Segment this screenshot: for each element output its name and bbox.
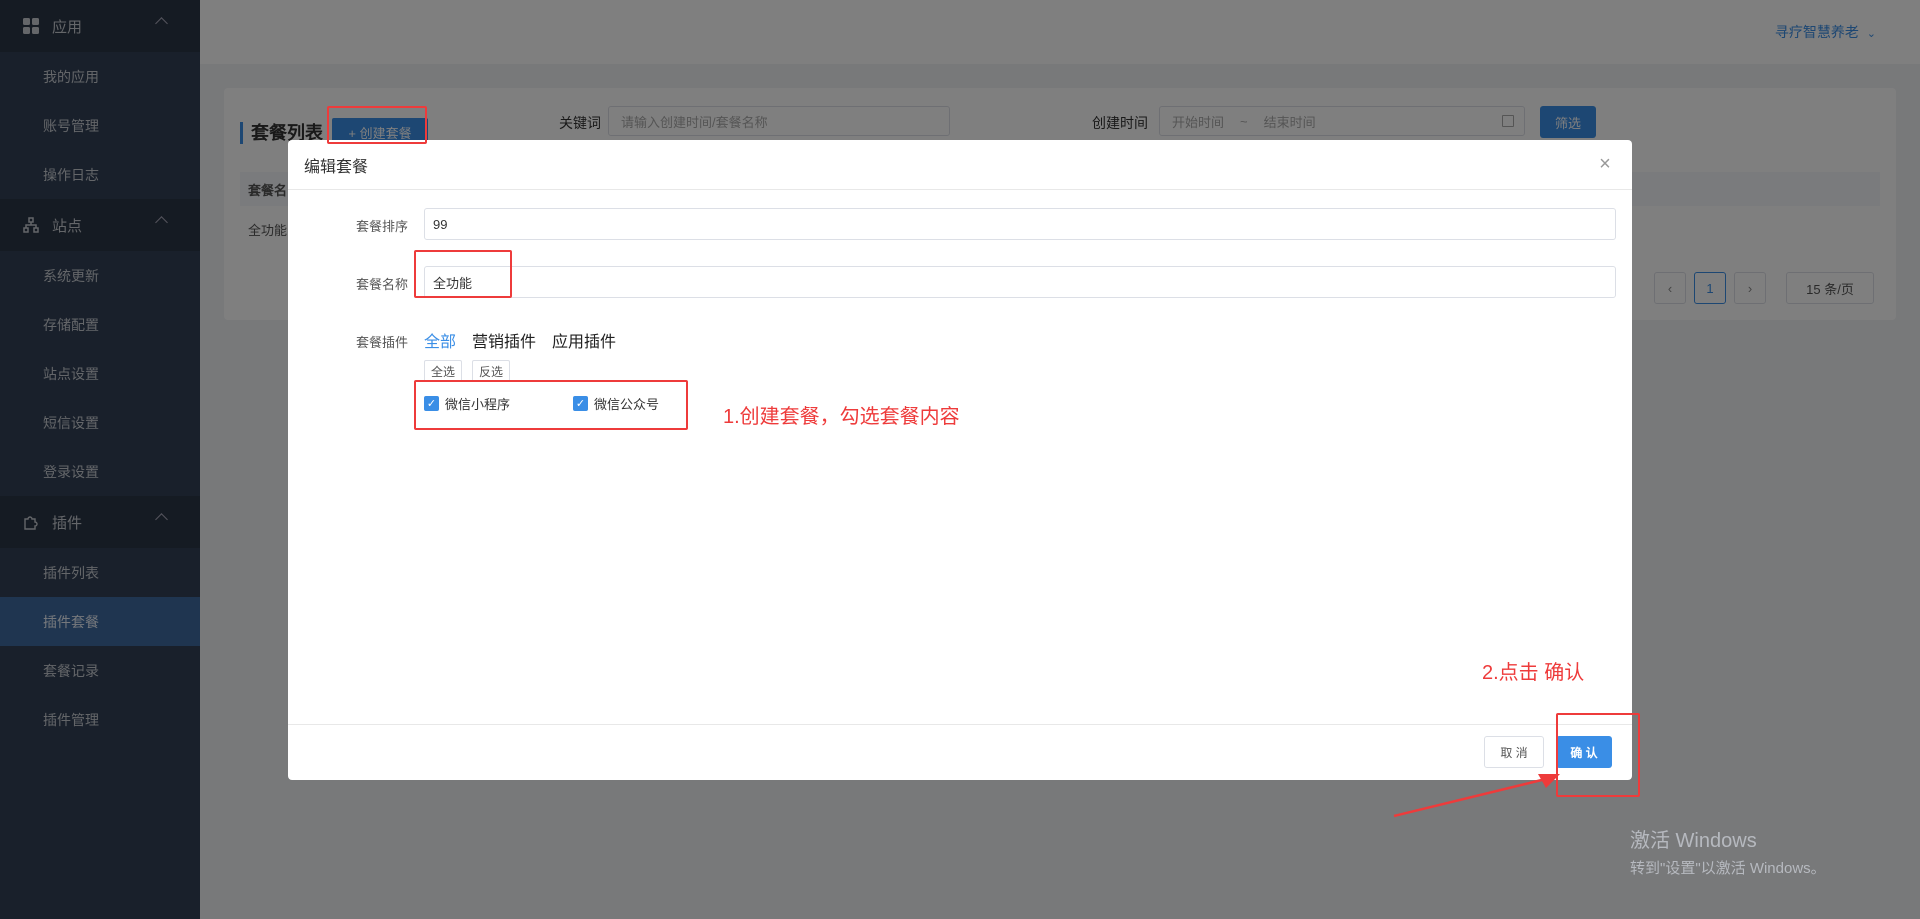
windows-activation-watermark: 激活 Windows 转到"设置"以激活 Windows。 bbox=[1630, 824, 1826, 878]
dialog-title: 编辑套餐 bbox=[304, 158, 369, 176]
name-input[interactable]: 全功能 bbox=[424, 266, 1616, 298]
tab-all[interactable]: 全部 bbox=[424, 328, 456, 352]
cancel-button[interactable]: 取 消 bbox=[1484, 736, 1544, 768]
annotation-step1: 1.创建套餐，勾选套餐内容 bbox=[723, 406, 960, 428]
name-label: 套餐名称 bbox=[356, 277, 409, 292]
annotation-box-plugins bbox=[414, 380, 688, 430]
tab-apps[interactable]: 应用插件 bbox=[552, 328, 616, 352]
annotation-box-name bbox=[414, 250, 512, 298]
annotation-arrow-icon bbox=[1393, 774, 1560, 818]
sort-input[interactable]: 99 bbox=[424, 208, 1616, 240]
annotation-box-create bbox=[327, 106, 427, 144]
invert-selection-button[interactable]: 反选 bbox=[472, 360, 510, 382]
close-icon[interactable]: × bbox=[1596, 154, 1614, 174]
plugins-label: 套餐插件 bbox=[356, 335, 409, 350]
watermark-line1: 激活 Windows bbox=[1630, 830, 1757, 852]
watermark-line2: 转到"设置"以激活 Windows。 bbox=[1630, 860, 1826, 877]
annotation-step2: 2.点击 确认 bbox=[1482, 662, 1585, 684]
sort-label: 套餐排序 bbox=[356, 219, 409, 234]
edit-package-dialog: 编辑套餐 × 套餐排序 99 套餐名称 全功能 套餐插件 全部 营销插件 应用插… bbox=[288, 140, 1632, 780]
tab-marketing[interactable]: 营销插件 bbox=[472, 328, 536, 352]
dialog-header: 编辑套餐 × bbox=[288, 140, 1632, 190]
select-all-button[interactable]: 全选 bbox=[424, 360, 462, 382]
